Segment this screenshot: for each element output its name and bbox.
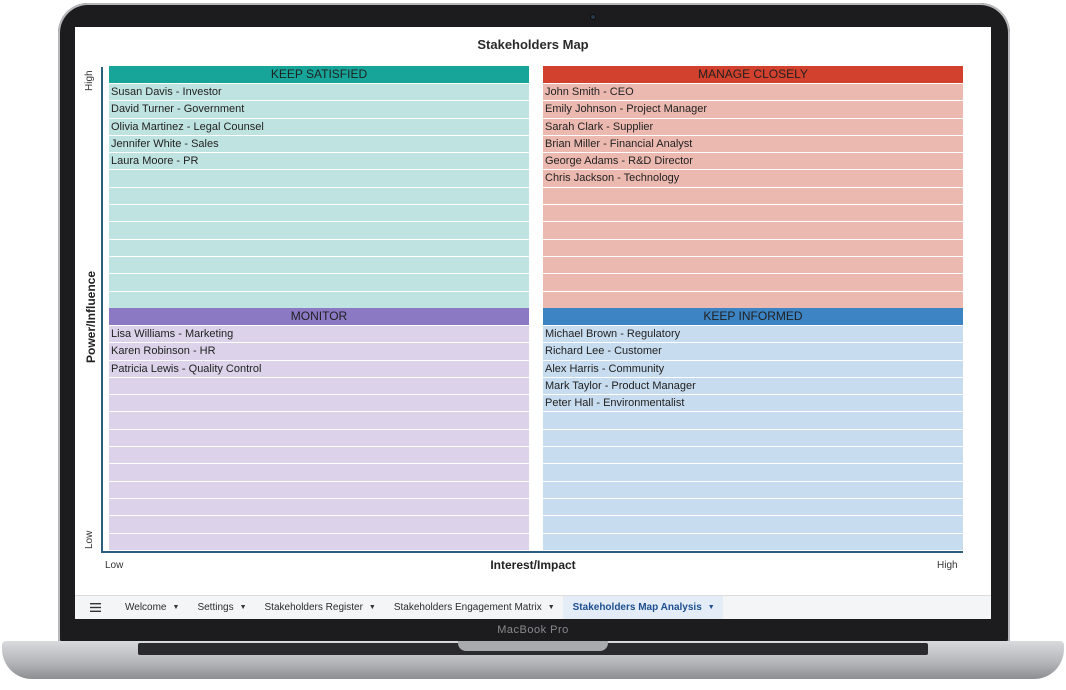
list-item[interactable] — [109, 221, 529, 239]
list-item[interactable] — [109, 255, 529, 274]
list-item[interactable]: Richard Lee - Customer — [543, 342, 963, 360]
hamburger-menu-icon[interactable] — [75, 596, 115, 620]
tab-welcome[interactable]: Welcome ▼ — [115, 596, 187, 620]
device-label: MacBook Pro — [497, 624, 569, 636]
list-item[interactable]: Susan Davis - Investor — [109, 83, 529, 101]
list-item[interactable]: Mark Taylor - Product Manager — [543, 376, 963, 395]
list-item[interactable]: Brian Miller - Financial Analyst — [543, 134, 963, 153]
list-item[interactable]: Patricia Lewis - Quality Control — [109, 359, 529, 377]
camera-icon — [590, 14, 596, 20]
page-title: Stakeholders Map — [477, 37, 589, 52]
list-item[interactable]: Peter Hall - Environmentalist — [543, 394, 963, 412]
list-item[interactable] — [543, 221, 963, 239]
list-item[interactable] — [109, 446, 529, 464]
list-item[interactable] — [109, 394, 529, 412]
list-item[interactable] — [109, 204, 529, 222]
laptop-notch — [458, 641, 608, 651]
list-item[interactable]: George Adams - R&D Director — [543, 152, 963, 170]
quadrant-rows: John Smith - CEO Emily Johnson - Project … — [543, 83, 963, 308]
app-screen: Stakeholders Map High Power/Influence Lo… — [75, 27, 991, 619]
caret-down-icon: ▼ — [547, 604, 555, 611]
list-item[interactable] — [109, 186, 529, 205]
list-item[interactable] — [543, 411, 963, 429]
x-axis-title: Interest/Impact — [490, 558, 576, 572]
list-item[interactable] — [109, 532, 529, 550]
list-item[interactable] — [543, 428, 963, 447]
quadrant-header: KEEP SATISFIED — [109, 66, 529, 83]
list-item[interactable]: Chris Jackson - Technology — [543, 169, 963, 187]
list-item[interactable] — [543, 273, 963, 291]
list-item[interactable] — [543, 290, 963, 308]
quadrant-header: MONITOR — [109, 308, 529, 325]
list-item[interactable]: John Smith - CEO — [543, 83, 963, 101]
list-item[interactable] — [109, 376, 529, 395]
caret-down-icon: ▼ — [368, 604, 376, 611]
quadrant-header: MANAGE CLOSELY — [543, 66, 963, 83]
list-item[interactable] — [543, 238, 963, 256]
list-item[interactable] — [109, 497, 529, 516]
list-item[interactable] — [543, 255, 963, 274]
list-item[interactable]: Alex Harris - Community — [543, 359, 963, 377]
list-item[interactable] — [109, 428, 529, 447]
list-item[interactable] — [543, 497, 963, 516]
list-item[interactable] — [543, 463, 963, 481]
quadrant-rows: Lisa Williams - Marketing Karen Robinson … — [109, 325, 529, 550]
list-item[interactable] — [109, 169, 529, 187]
tab-stakeholders-engagement-matrix[interactable]: Stakeholders Engagement Matrix ▼ — [384, 596, 563, 620]
list-item[interactable] — [109, 411, 529, 429]
quadrant-rows: Susan Davis - Investor David Turner - Gov… — [109, 83, 529, 308]
list-item[interactable]: Sarah Clark - Supplier — [543, 117, 963, 135]
list-item[interactable] — [109, 480, 529, 498]
x-axis-line — [101, 551, 963, 553]
quadrant-monitor: MONITOR Lisa Williams - Marketing Karen R… — [109, 308, 529, 550]
list-item[interactable] — [109, 515, 529, 533]
tab-stakeholders-register[interactable]: Stakeholders Register ▼ — [255, 596, 384, 620]
y-axis-line — [101, 67, 103, 553]
list-item[interactable] — [109, 238, 529, 256]
quadrant-header: KEEP INFORMED — [543, 308, 963, 325]
list-item[interactable] — [543, 446, 963, 464]
caret-down-icon: ▼ — [172, 604, 180, 611]
list-item[interactable]: David Turner - Government — [109, 100, 529, 118]
x-axis-high-label: High — [937, 560, 958, 571]
sheet-tab-bar: Welcome ▼ Settings ▼ Stakeholders Register… — [75, 595, 991, 619]
list-item[interactable]: Laura Moore - PR — [109, 152, 529, 170]
list-item[interactable] — [543, 186, 963, 205]
list-item[interactable]: Lisa Williams - Marketing — [109, 325, 529, 343]
y-axis-low-label: Low — [84, 530, 95, 549]
quadrant-keep-informed: KEEP INFORMED Michael Brown - Regulatory… — [543, 308, 963, 550]
list-item[interactable] — [109, 290, 529, 308]
quadrant-rows: Michael Brown - Regulatory Richard Lee - … — [543, 325, 963, 550]
list-item[interactable]: Jennifer White - Sales — [109, 134, 529, 153]
y-axis-high-label: High — [84, 70, 95, 91]
tab-stakeholders-map-analysis[interactable]: Stakeholders Map Analysis ▼ — [562, 595, 723, 619]
list-item[interactable]: Emily Johnson - Project Manager — [543, 100, 963, 118]
list-item[interactable]: Olivia Martinez - Legal Counsel — [109, 117, 529, 135]
list-item[interactable] — [543, 480, 963, 498]
caret-down-icon: ▼ — [239, 604, 247, 611]
caret-down-icon: ▼ — [707, 604, 715, 611]
list-item[interactable]: Karen Robinson - HR — [109, 342, 529, 360]
quadrant-keep-satisfied: KEEP SATISFIED Susan Davis - Investor Dav… — [109, 66, 529, 308]
list-item[interactable] — [109, 273, 529, 291]
list-item[interactable] — [543, 204, 963, 222]
list-item[interactable] — [543, 532, 963, 550]
quadrant-manage-closely: MANAGE CLOSELY John Smith - CEO Emily Joh… — [543, 66, 963, 308]
tab-settings[interactable]: Settings ▼ — [187, 596, 254, 620]
list-item[interactable] — [109, 463, 529, 481]
list-item[interactable]: Michael Brown - Regulatory — [543, 325, 963, 343]
y-axis-title: Power/Influence — [84, 270, 98, 363]
list-item[interactable] — [543, 515, 963, 533]
